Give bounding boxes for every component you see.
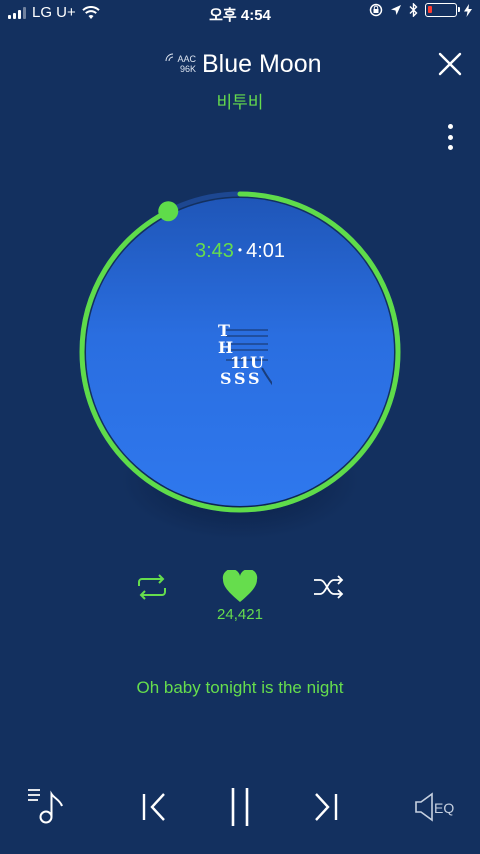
repeat-icon <box>138 574 166 600</box>
pause-button[interactable] <box>228 786 252 828</box>
previous-icon <box>142 793 165 821</box>
album-logo-letter: S <box>220 369 232 388</box>
audio-quality-icon <box>165 53 174 62</box>
previous-button[interactable] <box>140 792 168 822</box>
codec-badge: AAC 96K <box>164 53 196 74</box>
eq-button[interactable]: EQ <box>414 792 460 822</box>
more-options-button[interactable] <box>440 122 460 152</box>
rotation-lock-icon <box>369 3 383 17</box>
next-button[interactable] <box>312 792 340 822</box>
total-time: 4:01 <box>246 240 286 262</box>
next-icon <box>315 793 338 821</box>
playlist-button[interactable] <box>26 786 66 826</box>
charging-icon <box>464 3 472 17</box>
pause-icon <box>231 788 249 826</box>
album-logo: T H 1 1 U S S S <box>218 321 272 388</box>
shuffle-button[interactable] <box>312 574 346 600</box>
like-button[interactable] <box>222 569 258 604</box>
close-icon <box>438 52 462 76</box>
song-title: Blue Moon <box>202 50 322 78</box>
status-bar: LG U+ 오후 4:54 <box>0 0 480 28</box>
progress-knob[interactable] <box>158 201 179 222</box>
playlist-icon <box>28 789 63 824</box>
repeat-button[interactable] <box>135 574 169 600</box>
album-logo-letter: S <box>234 369 246 388</box>
more-vertical-icon-dot <box>447 145 453 150</box>
bluetooth-icon <box>409 3 418 17</box>
eq-label: EQ <box>434 800 455 816</box>
status-right <box>369 3 472 17</box>
heart-icon <box>222 569 258 602</box>
lyrics-line[interactable]: Oh baby tonight is the night <box>0 678 480 698</box>
like-count: 24,421 <box>217 606 263 623</box>
album-logo-letter: S <box>248 369 260 388</box>
current-time: 3:43 <box>194 240 234 262</box>
more-vertical-icon-dot <box>447 134 453 140</box>
time-separator: • <box>237 243 243 257</box>
eq-icon <box>415 792 433 822</box>
shuffle-icon <box>314 575 344 599</box>
battery-icon <box>425 3 460 17</box>
more-vertical-icon-dot <box>447 124 453 129</box>
codec-bitrate: 96K <box>179 64 196 74</box>
artist-name[interactable]: 비투비 <box>0 88 480 113</box>
time-display: 3:43 • 4:01 <box>0 240 480 263</box>
location-icon <box>391 5 401 15</box>
close-button[interactable] <box>436 50 464 78</box>
